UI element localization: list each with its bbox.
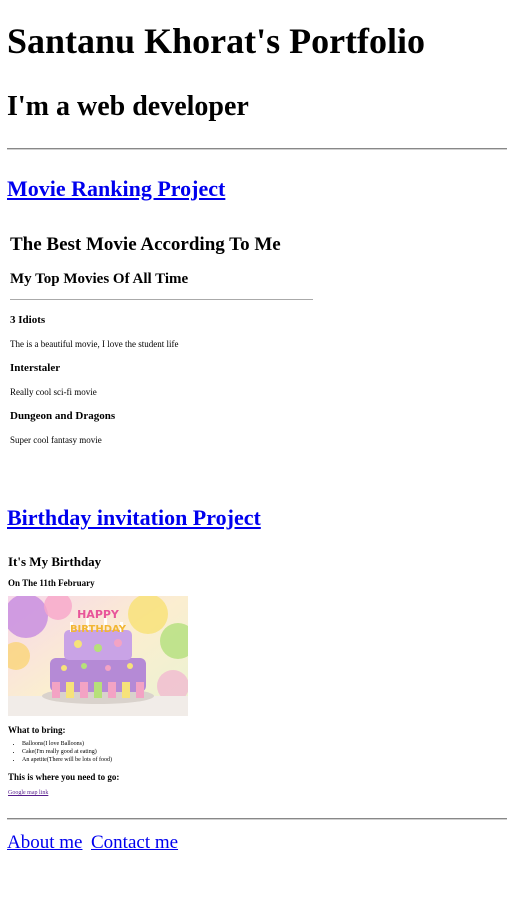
birthday-date: On The 11th February bbox=[8, 578, 95, 588]
divider bbox=[7, 148, 507, 150]
movie-divider bbox=[10, 299, 313, 300]
cake-topper-text: HAPPY bbox=[77, 608, 120, 621]
birthday-project-link[interactable]: Birthday invitation Project bbox=[7, 504, 261, 532]
movie-name: Interstaler bbox=[10, 362, 61, 374]
movie-page-subtitle: My Top Movies Of All Time bbox=[10, 271, 189, 287]
contact-me-link[interactable]: Contact me bbox=[91, 831, 178, 855]
birthday-page-title: It's My Birthday bbox=[8, 554, 102, 569]
google-map-link[interactable]: Google map link bbox=[8, 789, 48, 797]
page-title: Santanu Khorat's Portfolio bbox=[7, 21, 426, 61]
movie-page-title: The Best Movie According To Me bbox=[10, 234, 281, 255]
what-to-bring-heading: What to bring: bbox=[8, 725, 66, 735]
movie-description: Really cool sci-fi movie bbox=[10, 387, 97, 397]
divider bbox=[7, 818, 507, 820]
location-heading: This is where you need to go: bbox=[8, 772, 120, 782]
movie-project-link[interactable]: Movie Ranking Project bbox=[7, 175, 225, 203]
movie-description: Super cool fantasy movie bbox=[10, 435, 102, 445]
page-subtitle: I'm a web developer bbox=[7, 91, 249, 122]
about-me-link[interactable]: About me bbox=[7, 831, 82, 855]
birthday-cake-image: HAPPY BIRTHDAY bbox=[8, 596, 188, 716]
list-item: Balloons(I love Balloons) bbox=[22, 740, 112, 748]
movie-description: The is a beautiful movie, I love the stu… bbox=[10, 339, 179, 349]
list-item: Cake(I'm really good at eating) bbox=[22, 748, 112, 756]
svg-text:BIRTHDAY: BIRTHDAY bbox=[70, 624, 127, 635]
list-item: An apetite(There will be lots of food) bbox=[22, 756, 112, 764]
movie-name: 3 Idiots bbox=[10, 314, 46, 326]
bring-list: Balloons(I love Balloons) Cake(I'm reall… bbox=[12, 740, 112, 764]
movie-name: Dungeon and Dragons bbox=[10, 410, 116, 422]
